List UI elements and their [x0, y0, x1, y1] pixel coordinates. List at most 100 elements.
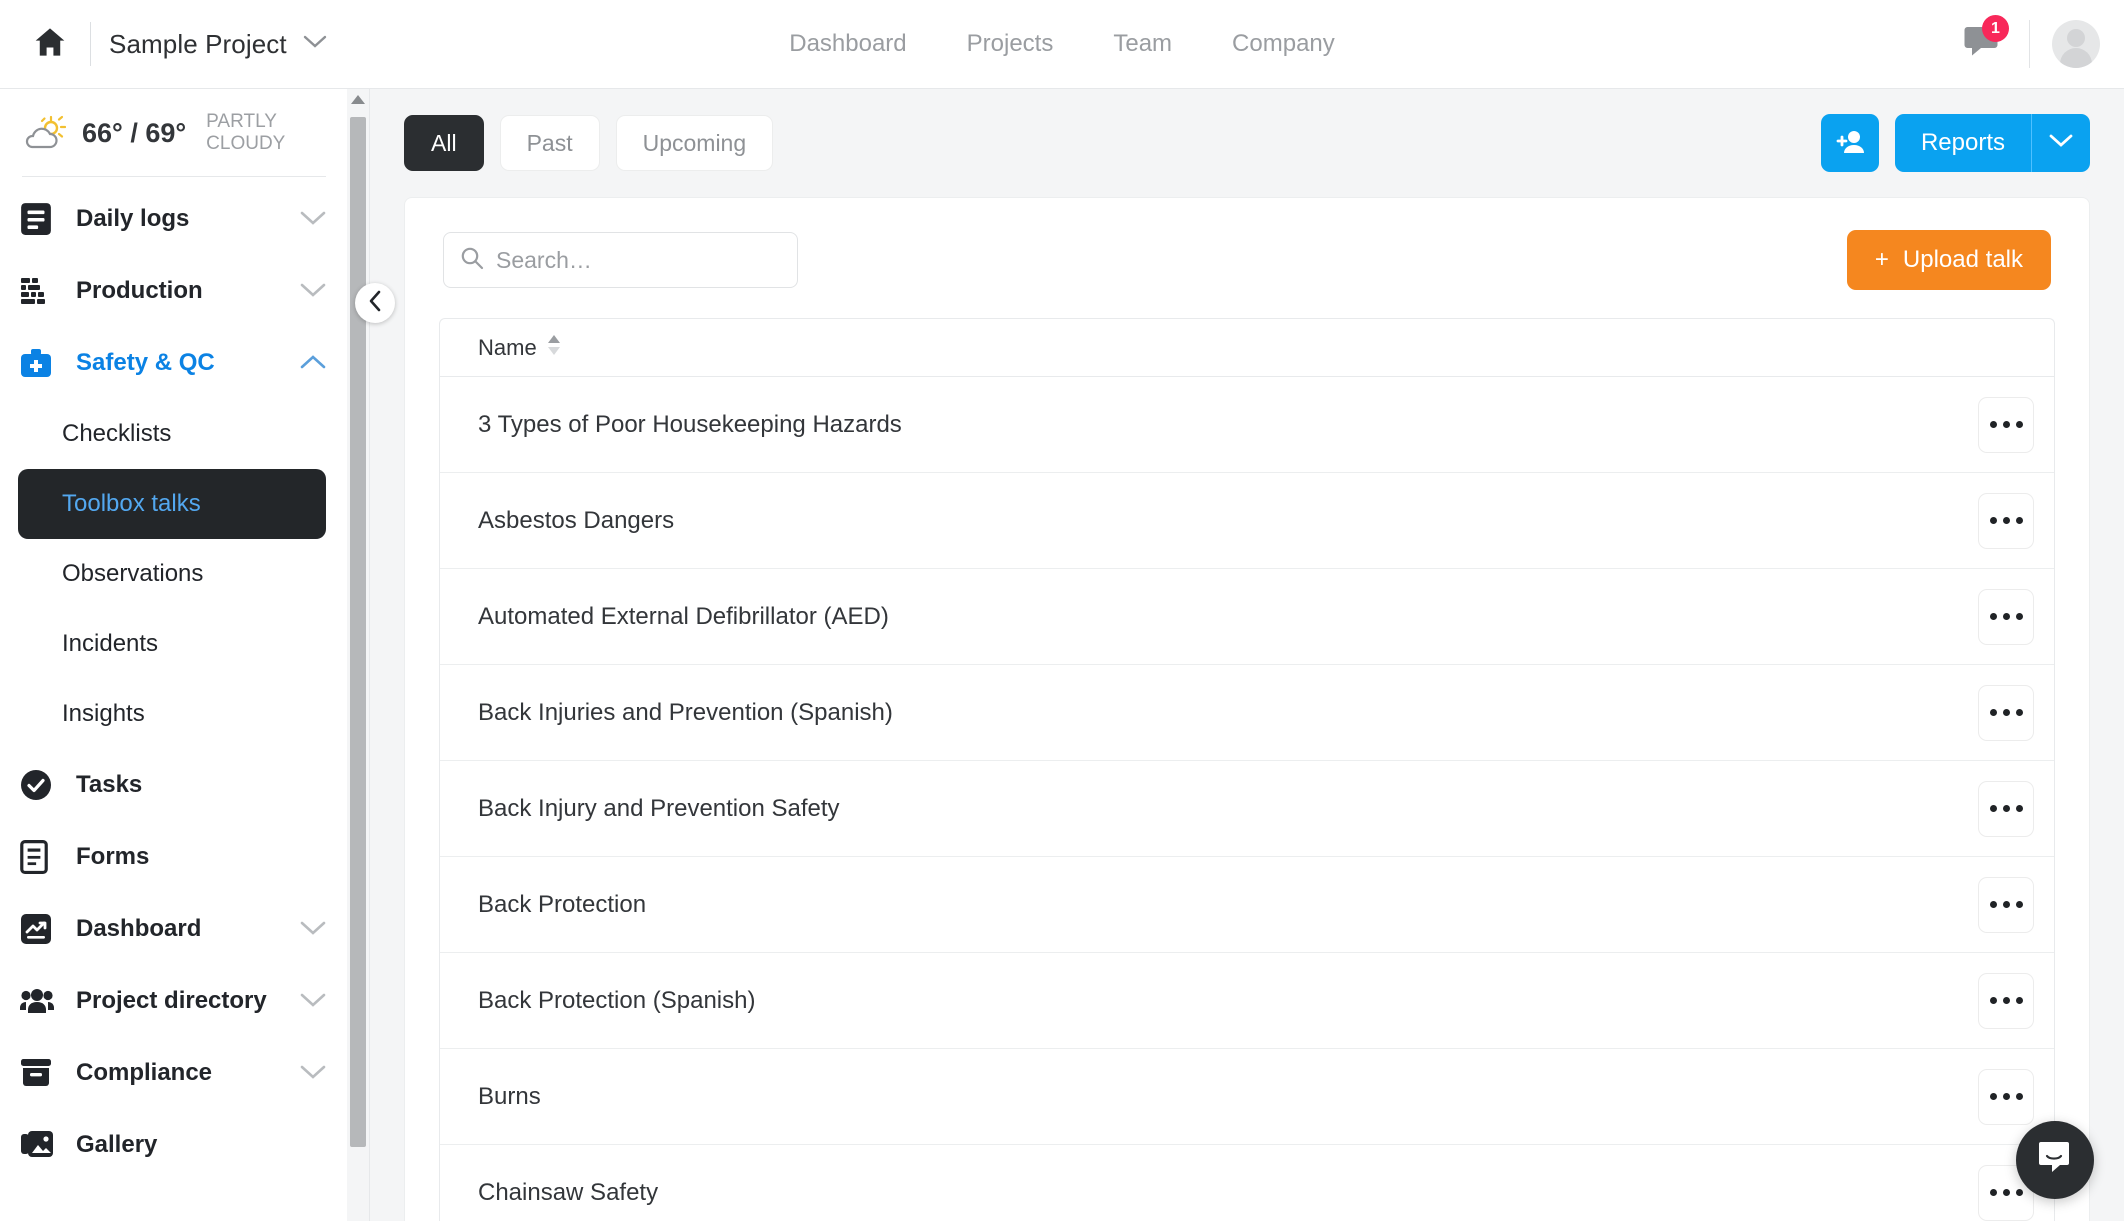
table-row[interactable]: Asbestos Dangers [440, 473, 2054, 569]
sidebar-item-tasks[interactable]: Tasks [0, 749, 348, 821]
tab-upcoming[interactable]: Upcoming [615, 115, 774, 171]
talk-name: Burns [478, 1082, 541, 1110]
sidebar-item-daily-logs[interactable]: Daily logs [0, 183, 348, 255]
box-icon [20, 1058, 66, 1088]
sidebar-subitem-observations[interactable]: Observations [18, 539, 326, 609]
project-switcher-button[interactable] [303, 35, 327, 54]
people-icon [20, 987, 66, 1015]
kebab-menu-icon[interactable] [1978, 780, 2034, 837]
sidebar-subitem-toolbox-talks[interactable]: Toolbox talks [18, 468, 326, 539]
toolbox-talks-table: Name 3 Types of Poor Housekeeping Hazard… [439, 318, 2055, 1221]
chevron-down-icon[interactable] [300, 283, 326, 298]
table-row[interactable]: Back Protection [440, 857, 2054, 953]
search-box[interactable] [443, 232, 798, 288]
reports-dropdown-button[interactable] [2032, 114, 2090, 172]
sidebar-item-gallery[interactable]: Gallery [0, 1109, 348, 1181]
daily-logs-icon [20, 202, 66, 236]
sidebar-item-project-directory[interactable]: Project directory [0, 965, 348, 1037]
filter-tabs: All Past Upcoming [404, 115, 774, 171]
kebab-menu-icon[interactable] [1978, 684, 2034, 741]
chart-icon [20, 913, 66, 945]
sidebar-content: 66° / 69° PARTLY CLOUDY Daily logs Produ… [0, 89, 369, 1181]
sidebar-subitem-label: Insights [62, 699, 145, 727]
sidebar-subitem-label: Checklists [62, 419, 172, 447]
chevron-down-icon[interactable] [300, 211, 326, 226]
sidebar-item-label: Compliance [76, 1058, 213, 1086]
chevron-down-icon[interactable] [300, 921, 326, 936]
sidebar-scrollbar[interactable] [347, 89, 369, 1221]
app-body: 66° / 69° PARTLY CLOUDY Daily logs Produ… [0, 89, 2124, 1221]
tab-all[interactable]: All [404, 115, 484, 171]
safety-kit-icon [20, 348, 66, 378]
table-row[interactable]: Automated External Defibrillator (AED) [440, 569, 2054, 665]
kebab-menu-icon[interactable] [1978, 876, 2034, 933]
kebab-menu-icon[interactable] [1978, 588, 2034, 645]
kebab-menu-icon[interactable] [1978, 492, 2034, 549]
sidebar-collapse-button[interactable] [355, 283, 395, 323]
scroll-up-arrow-icon[interactable] [347, 89, 369, 104]
sidebar-subitem-label: Toolbox talks [62, 489, 201, 517]
table-row[interactable]: 3 Types of Poor Housekeeping Hazards [440, 377, 2054, 473]
nav-link-dashboard[interactable]: Dashboard [789, 30, 906, 58]
sidebar-subitem-checklists[interactable]: Checklists [18, 399, 326, 469]
talk-name: 3 Types of Poor Housekeeping Hazards [478, 410, 902, 438]
chevron-down-icon[interactable] [300, 1065, 326, 1080]
messages-button[interactable]: 1 [1951, 15, 2011, 70]
sidebar-subitem-insights[interactable]: Insights [18, 679, 326, 749]
partly-cloudy-icon [22, 115, 68, 151]
nav-link-team[interactable]: Team [1113, 30, 1172, 58]
sidebar-item-label: Safety & QC [76, 348, 215, 376]
sidebar-item-safety-qc[interactable]: Safety & QC [0, 327, 348, 399]
nav-link-company[interactable]: Company [1232, 30, 1335, 58]
sidebar-scrollbar-thumb[interactable] [350, 117, 366, 1147]
table-row[interactable]: Back Injury and Prevention Safety [440, 761, 2054, 857]
tab-past[interactable]: Past [499, 115, 600, 171]
sidebar-item-label: Project directory [76, 986, 267, 1014]
chevron-down-icon[interactable] [300, 993, 326, 1008]
kebab-menu-icon[interactable] [1978, 396, 2034, 453]
kebab-menu-icon[interactable] [1978, 972, 2034, 1029]
add-person-button[interactable] [1820, 114, 1879, 172]
avatar[interactable] [2052, 20, 2100, 68]
home-button[interactable] [14, 27, 86, 62]
sort-caret-icon [547, 334, 561, 362]
table-row[interactable]: Back Protection (Spanish) [440, 953, 2054, 1049]
weather-temperature: 66° / 69° [82, 117, 187, 148]
sidebar-item-forms[interactable]: Forms [0, 821, 348, 893]
talk-name: Back Protection (Spanish) [478, 986, 756, 1014]
column-header-name[interactable]: Name [478, 334, 561, 362]
sidebar-subitem-label: Observations [62, 559, 204, 587]
sidebar-item-compliance[interactable]: Compliance [0, 1037, 348, 1109]
chat-launcher-button[interactable] [2016, 1121, 2094, 1199]
chevron-left-icon [368, 290, 382, 317]
upload-talk-button[interactable]: + Upload talk [1846, 230, 2051, 290]
chevron-down-icon [2049, 134, 2073, 153]
reports-split-button[interactable]: Reports [1894, 114, 2090, 172]
sidebar-subitem-incidents[interactable]: Incidents [18, 609, 326, 679]
talk-name: Asbestos Dangers [478, 506, 675, 534]
reports-button[interactable]: Reports [1895, 114, 2032, 172]
chevron-up-icon[interactable] [300, 355, 326, 370]
weather-widget: 66° / 69° PARTLY CLOUDY [0, 89, 348, 176]
sidebar-item-label: Gallery [76, 1130, 158, 1158]
sidebar-item-label: Tasks [76, 770, 143, 798]
kebab-menu-icon[interactable] [1978, 1068, 2034, 1125]
sidebar: 66° / 69° PARTLY CLOUDY Daily logs Produ… [0, 89, 370, 1221]
search-input[interactable] [496, 246, 781, 274]
top-navigation-bar: Sample Project Dashboard Projects Team C… [0, 0, 2124, 89]
app-root: Sample Project Dashboard Projects Team C… [0, 0, 2124, 1221]
column-header-label: Name [478, 334, 537, 360]
sidebar-item-production[interactable]: Production [0, 255, 348, 327]
sidebar-item-label: Forms [76, 842, 150, 870]
content-panel: + Upload talk Name [404, 197, 2090, 1221]
table-row[interactable]: Chainsaw Safety [440, 1145, 2054, 1221]
chevron-down-icon [303, 35, 327, 54]
table-row[interactable]: Back Injuries and Prevention (Spanish) [440, 665, 2054, 761]
table-row[interactable]: Burns [440, 1049, 2054, 1145]
check-circle-icon [20, 769, 66, 801]
talk-name: Back Protection [478, 890, 647, 918]
table-header-row: Name [440, 319, 2054, 377]
talk-name: Chainsaw Safety [478, 1178, 659, 1206]
sidebar-item-dashboard[interactable]: Dashboard [0, 893, 348, 965]
nav-link-projects[interactable]: Projects [967, 30, 1054, 58]
